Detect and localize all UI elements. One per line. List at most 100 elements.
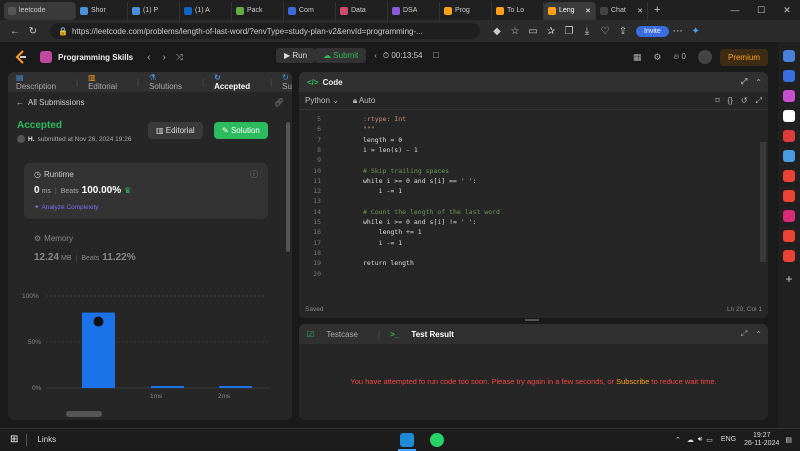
editorial-button[interactable]: ▥ Editorial	[148, 122, 203, 139]
battery-icon[interactable]: ▭	[706, 436, 713, 444]
add-sidebar-icon[interactable]: +	[778, 272, 800, 286]
history-icon[interactable]: ♡	[596, 26, 614, 37]
collapse-test-icon[interactable]: ⌃	[755, 330, 762, 339]
shuffle-icon[interactable]: ⤨	[176, 52, 183, 63]
invite-button[interactable]: Invite	[636, 25, 669, 37]
editor-scrollbar[interactable]	[760, 142, 766, 262]
tab-test-result[interactable]: >_ Test Result	[390, 330, 464, 339]
maximize-icon[interactable]: ☐	[748, 5, 774, 16]
fullscreen-icon[interactable]: ⤢	[756, 96, 762, 106]
tab-editorial[interactable]: ▥ Editorial	[88, 73, 127, 91]
language-indicator[interactable]: ENG	[721, 436, 736, 443]
runtime-distribution-chart[interactable]: 100% 50% 0% 1ms 2ms	[20, 286, 280, 406]
whatsapp-taskbar-icon[interactable]	[430, 433, 444, 447]
study-plan-title[interactable]: Programming Skills	[58, 53, 133, 62]
back-icon[interactable]: ←	[6, 26, 24, 37]
reset-icon[interactable]: ↺	[741, 96, 748, 105]
volume-icon[interactable]: 🔊︎	[698, 436, 702, 444]
extension-icon[interactable]: ◆	[488, 26, 506, 37]
links-toolbar[interactable]: Links	[37, 435, 56, 444]
browser-tab[interactable]: Data	[336, 1, 388, 20]
split-screen-icon[interactable]: ▭	[524, 26, 542, 37]
browser-tab[interactable]: (1) P	[128, 1, 180, 20]
more-icon[interactable]: ⋯	[669, 26, 687, 37]
browser-tab[interactable]: Leng ✕	[544, 1, 596, 20]
settings-icon[interactable]: ⚙	[653, 52, 661, 63]
tray-chevron-icon[interactable]: ⌃	[675, 436, 681, 444]
braces-icon[interactable]: {}	[728, 96, 733, 105]
analyze-complexity-link[interactable]: ✦ Analyze Complexity	[34, 203, 99, 212]
bar-1ms[interactable]	[151, 386, 184, 388]
chart-scrollbar[interactable]	[66, 411, 102, 417]
streak-counter[interactable]: 🔥︎ 0	[673, 52, 686, 62]
prev-icon[interactable]: ‹	[374, 51, 377, 60]
star-icon[interactable]: ☆	[506, 26, 524, 37]
leetcode-logo-icon[interactable]	[14, 50, 28, 64]
tab-close-icon[interactable]: ✕	[637, 7, 643, 15]
solution-button[interactable]: ✎ Solution	[214, 122, 268, 139]
submit-button[interactable]: ☁ Submit	[315, 48, 367, 63]
premium-button[interactable]: Premium	[719, 48, 768, 66]
bookmark-icon[interactable]: ⌑	[715, 96, 719, 105]
all-submissions-link[interactable]: All Submissions	[28, 98, 84, 107]
code-line[interactable]: """	[363, 124, 375, 134]
refresh-icon[interactable]: ↻	[24, 26, 42, 37]
edge-taskbar-icon[interactable]	[400, 433, 414, 447]
instagram-icon[interactable]	[783, 210, 795, 222]
browser-tab[interactable]: Com	[284, 1, 336, 20]
minimize-icon[interactable]: —	[722, 5, 748, 16]
copilot-icon[interactable]: ✦	[687, 26, 705, 37]
runtime-card[interactable]: ◷ Runtime ⓘ 0 ms | Beats 100.00% ♛ ✦ Ana…	[24, 163, 268, 219]
url-field[interactable]: 🔒 https://leetcode.com/problems/length-o…	[50, 23, 480, 39]
left-panel-scrollbar[interactable]	[286, 122, 290, 252]
avatar[interactable]	[697, 50, 712, 64]
download-icon[interactable]: ⤓	[578, 26, 596, 37]
timer[interactable]: ⏱ 00:13:54	[383, 51, 423, 61]
tab-description[interactable]: ▤ Description	[16, 73, 66, 91]
code-line[interactable]: # Count the length of the last word	[363, 207, 500, 217]
code-line[interactable]: length += 1	[363, 227, 422, 237]
expand-icon[interactable]: ⤢	[741, 77, 747, 87]
back-arrow-icon[interactable]: ←	[16, 98, 24, 107]
google-icon-4[interactable]	[783, 250, 795, 262]
run-button[interactable]: ▶ Run	[276, 48, 316, 63]
network-icon[interactable]: ☁	[687, 436, 694, 444]
shopping-icon[interactable]	[783, 90, 795, 102]
close-icon[interactable]: ✕	[774, 5, 800, 16]
copilot-sidebar-icon[interactable]	[783, 70, 795, 82]
tab-submissions[interactable]: ↻ Subm	[282, 73, 292, 91]
clock[interactable]: 19:27 26-11-2024	[744, 432, 779, 448]
browser-tab[interactable]: Pack	[232, 1, 284, 20]
favorites-icon[interactable]: ✰	[542, 26, 560, 37]
language-select[interactable]: Python ⌄	[305, 96, 339, 105]
auto-mode[interactable]: 🔒︎ Auto	[353, 96, 376, 106]
bar-2ms[interactable]	[219, 386, 252, 388]
link-icon[interactable]: 🔗︎	[274, 98, 284, 107]
code-line[interactable]: :rtype: Int	[363, 114, 406, 124]
collections-icon[interactable]: ❐	[560, 26, 578, 37]
collapse-icon[interactable]: ⌃	[755, 78, 762, 87]
code-line[interactable]: length = 0	[363, 135, 402, 145]
code-line[interactable]: while i >= 0 and s[i] == ' ':	[363, 176, 477, 186]
browser-tab[interactable]: Prog	[440, 1, 492, 20]
tab-solutions[interactable]: ⚗ Solutions	[149, 73, 192, 91]
memory-section[interactable]: ⚙ Memory	[34, 234, 73, 243]
browser-tab[interactable]: To Lo	[492, 1, 544, 20]
prev-problem-icon[interactable]: ‹	[147, 52, 150, 63]
windows-start-icon[interactable]: ⊞	[10, 434, 18, 445]
google-icon-2[interactable]	[783, 190, 795, 202]
code-editor[interactable]: 5:rtype: Int 6 """ 7 length = 0 8 i = len(s) -…	[299, 113, 768, 303]
info-icon[interactable]: ⓘ	[250, 169, 258, 180]
code-line[interactable]: return length	[363, 258, 414, 268]
next-problem-icon[interactable]: ›	[162, 52, 165, 63]
code-line[interactable]: while i >= 0 and s[i] != ' ':	[363, 217, 477, 227]
browser-tab[interactable]: Chat ✕	[596, 1, 648, 20]
tab-close-icon[interactable]: ✕	[585, 7, 591, 15]
app-icon[interactable]	[783, 130, 795, 142]
google-icon-3[interactable]	[783, 230, 795, 242]
code-line[interactable]: # Skip trailing spaces	[363, 166, 449, 176]
layout-icon[interactable]: ▦	[633, 52, 642, 63]
note-icon[interactable]: ☐	[432, 51, 439, 60]
browser-tab[interactable]: DSA	[388, 1, 440, 20]
browser-tab[interactable]: Shor	[76, 1, 128, 20]
